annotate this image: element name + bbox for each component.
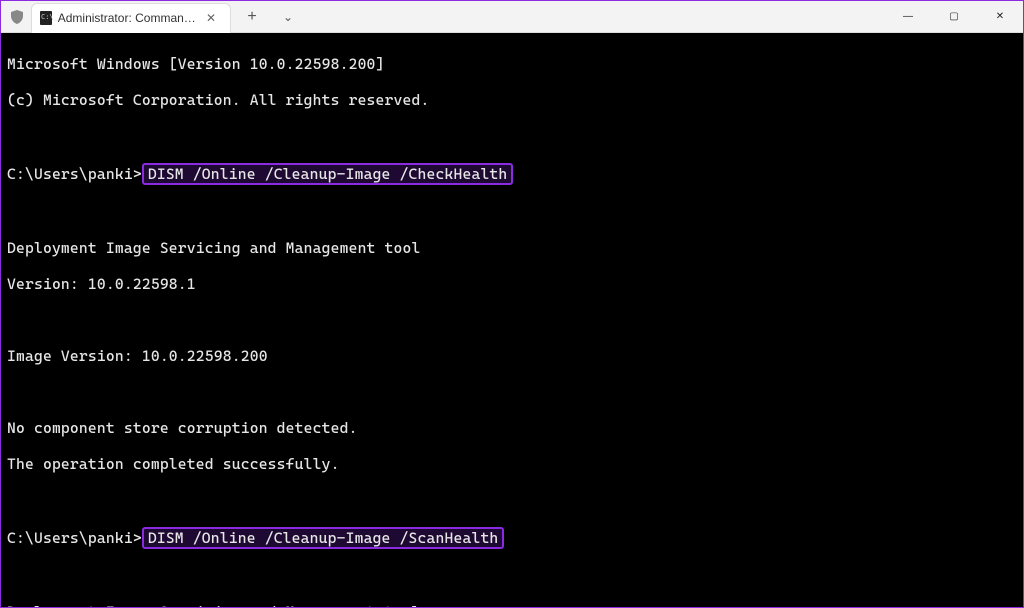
os-version-line: Microsoft Windows [Version 10.0.22598.20… xyxy=(7,55,1017,73)
blank xyxy=(7,383,1017,401)
result-1a: No component store corruption detected. xyxy=(7,419,1017,437)
titlebar-left: Administrator: Command Prom ✕ + ⌄ xyxy=(1,1,307,32)
shield-icon xyxy=(9,9,25,25)
command-line-1: C:\Users\panki>DISM /Online /Cleanup-Ima… xyxy=(7,163,1017,185)
deploy-tool-2a: Deployment Image Servicing and Managemen… xyxy=(7,603,1017,607)
dism-scanhealth-command: DISM /Online /Cleanup-Image /ScanHealth xyxy=(142,527,505,549)
tab-title: Administrator: Command Prom xyxy=(58,11,196,25)
copyright-line: (c) Microsoft Corporation. All rights re… xyxy=(7,91,1017,109)
close-button[interactable]: ✕ xyxy=(977,1,1023,32)
blank xyxy=(7,127,1017,145)
blank xyxy=(7,491,1017,509)
result-1b: The operation completed successfully. xyxy=(7,455,1017,473)
image-version-1: Image Version: 10.0.22598.200 xyxy=(7,347,1017,365)
deploy-tool-1b: Version: 10.0.22598.1 xyxy=(7,275,1017,293)
tab-close-button[interactable]: ✕ xyxy=(202,11,220,25)
new-tab-button[interactable]: + xyxy=(237,8,267,26)
command-line-2: C:\Users\panki>DISM /Online /Cleanup-Ima… xyxy=(7,527,1017,549)
command-prompt-window: Administrator: Command Prom ✕ + ⌄ — ▢ ✕ … xyxy=(0,0,1024,608)
tab-command-prompt[interactable]: Administrator: Command Prom ✕ xyxy=(31,3,231,33)
dism-checkhealth-command: DISM /Online /Cleanup-Image /CheckHealth xyxy=(142,163,514,185)
cmd-icon xyxy=(40,11,52,25)
titlebar-drag-region[interactable] xyxy=(307,1,885,32)
blank xyxy=(7,567,1017,585)
terminal-output[interactable]: Microsoft Windows [Version 10.0.22598.20… xyxy=(1,33,1023,607)
minimize-button[interactable]: — xyxy=(885,1,931,32)
window-controls: — ▢ ✕ xyxy=(885,1,1023,32)
deploy-tool-1a: Deployment Image Servicing and Managemen… xyxy=(7,239,1017,257)
blank xyxy=(7,203,1017,221)
blank xyxy=(7,311,1017,329)
titlebar: Administrator: Command Prom ✕ + ⌄ — ▢ ✕ xyxy=(1,1,1023,33)
prompt-1: C:\Users\panki> xyxy=(7,165,142,183)
tab-dropdown-button[interactable]: ⌄ xyxy=(273,10,303,24)
prompt-2: C:\Users\panki> xyxy=(7,529,142,547)
maximize-button[interactable]: ▢ xyxy=(931,1,977,32)
